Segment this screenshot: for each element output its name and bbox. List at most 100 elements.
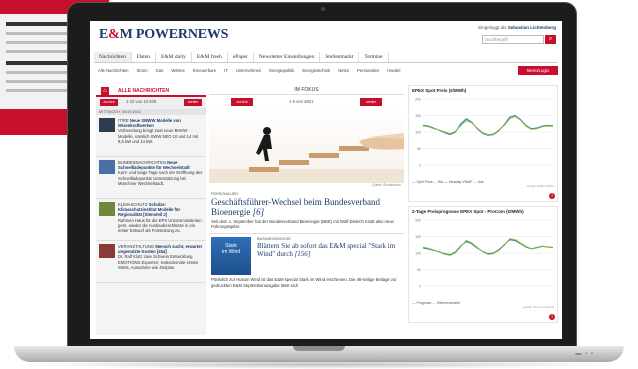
- logo-wordmark: M POWERNEWS: [119, 27, 229, 42]
- y-tick-label: 50: [417, 147, 421, 151]
- nav-item-em-fresh[interactable]: E&M fresh: [192, 52, 228, 62]
- info-icon[interactable]: i: [549, 314, 555, 320]
- news-body: Dr. Ralf Klotz Uwe Schwein Entwicklung E…: [118, 254, 199, 270]
- news-list-header: ⌂ ALLE NACHRICHTEN: [96, 85, 206, 97]
- login-user[interactable]: Sebastian Lichtenberg: [508, 25, 556, 30]
- cover-text-2: im Wind: [221, 249, 241, 256]
- legend-item: Bid: [438, 180, 444, 184]
- search-input[interactable]: Suchbegriff: [482, 35, 544, 44]
- list-item[interactable]: KLIMASCHUTZ Schulze: Klimaschutzinstitut…: [96, 199, 206, 241]
- subnav-item[interactable]: IT: [220, 65, 232, 76]
- charts-panel: EPEX Spot Preis (€/MWh) 0 50 100 150 200 — S…: [408, 85, 558, 335]
- laptop-shadow: [14, 360, 624, 369]
- subnav-item[interactable]: Erneuerbare: [189, 65, 220, 76]
- y-tick-label: 0: [419, 285, 421, 289]
- chart-price-forecast[interactable]: 2-Tage Preisprognose EPEX Spot - ProCom …: [408, 206, 558, 323]
- y-tick-label: 0: [419, 164, 421, 168]
- subnav-item[interactable]: Personalien: [353, 65, 383, 76]
- legend-swatch: —: [412, 180, 416, 184]
- news-thumbnail: [99, 244, 115, 258]
- y-tick-label: 100: [415, 252, 421, 256]
- subnav-item[interactable]: Alle Nachrichten: [94, 65, 133, 76]
- news-text: BUNDESNACHRICHTEN Neue Schnellladepunkte…: [118, 160, 203, 195]
- special-teaser[interactable]: Stark im Wind BUSINESSWOCHE Blättern Sie …: [209, 237, 404, 276]
- focus-header: IM FOKUS: [209, 85, 404, 95]
- subnav-item[interactable]: Handel: [383, 65, 404, 76]
- nav-item-stellenmarkt[interactable]: Stellenmarkt: [320, 52, 360, 62]
- article-teaser: Seit dem 1. September hat der Bundesverb…: [211, 219, 394, 230]
- special-kicker: BUSINESSWOCHE: [257, 237, 291, 242]
- nav-item-daten[interactable]: Daten: [132, 52, 157, 62]
- legend-swatch: —: [473, 180, 477, 184]
- list-item[interactable]: IT/RE Neue SMWW Modelle von Wisenkraftwe…: [96, 115, 206, 157]
- page-indicator: 1-10 von 10.609: [126, 99, 157, 104]
- special-headline[interactable]: Blättern Sie ab sofort das E&M special "…: [257, 243, 404, 258]
- legend-swatch: —: [432, 301, 436, 305]
- news-pager: zurück 1-10 von 10.609 weiter: [96, 97, 206, 109]
- subnav-item[interactable]: Strom: [133, 65, 152, 76]
- list-item[interactable]: VERANSTALTUNG Mensch sucht, erwartet ung…: [96, 241, 206, 283]
- chart-epex-spot-svg: 0 50 100 150 200: [415, 98, 554, 168]
- y-tick-label: 100: [415, 131, 421, 135]
- subnav-item[interactable]: Netze: [334, 65, 353, 76]
- legend-swatch: —: [433, 180, 438, 184]
- news-text: VERANSTALTUNG Mensch sucht, erwartet ung…: [118, 244, 203, 279]
- legend-item: Prognose: [416, 301, 432, 305]
- subnav-item[interactable]: Unternehmen: [232, 65, 265, 76]
- news-body: Kurz- und lange Tage nach der Eröffnung …: [118, 170, 203, 186]
- legend-swatch: —: [444, 180, 448, 184]
- prev-button[interactable]: zurück: [231, 98, 253, 106]
- list-item[interactable]: BUNDESNACHRICHTEN Neue Schnellladepunkte…: [96, 157, 206, 199]
- subnav-item[interactable]: Energietechnik: [298, 65, 334, 76]
- focus-panel: IM FOKUS zurück 1-5 von 4821 weiter Quel…: [209, 85, 404, 335]
- news-thumbnail: [99, 118, 115, 132]
- nav-item-newsletter[interactable]: Newsletter Einstellungen: [254, 52, 321, 62]
- subnav-item[interactable]: Gas: [152, 65, 168, 76]
- news-list-title: ALLE NACHRICHTEN: [118, 88, 170, 94]
- main-nav: Nachrichten Daten E&M daily E&M fresh eP…: [94, 52, 558, 63]
- y-tick-label: 50: [417, 268, 421, 272]
- nav-item-epaper[interactable]: ePaper: [228, 52, 254, 62]
- laptop-vent: ▬ ▪ ▪: [575, 351, 594, 357]
- logo-ampersand: &: [108, 27, 120, 42]
- legend-item: Intraday VWAP: [448, 180, 473, 184]
- special-headline-text: Blättern Sie ab sofort das E&M special "…: [257, 242, 396, 258]
- special-body: BUSINESSWOCHE Blättern Sie ab sofort das…: [255, 237, 404, 275]
- subnav-item[interactable]: Wärme: [167, 65, 189, 76]
- news-thumbnail: [99, 160, 115, 174]
- chart-source: Quelle: EPEX SPOT: [526, 184, 554, 188]
- menu-login-button[interactable]: Menü/Login: [518, 66, 558, 75]
- login-status: Eingeloggt als Sebastian Lichtenberg: [478, 25, 556, 30]
- site-logo[interactable]: E&M POWERNEWS: [99, 27, 228, 43]
- headline-tag: [6]: [252, 206, 265, 217]
- chart-title: 2-Tage Preisprognose EPEX Spot - ProCom …: [412, 209, 524, 214]
- news-text: IT/RE Neue SMWW Modelle von Wisenkraftwe…: [118, 118, 203, 153]
- next-button[interactable]: weiter: [360, 98, 382, 106]
- image-credit: Quelle: Shutterstock: [372, 183, 401, 187]
- hero-image[interactable]: [209, 109, 404, 183]
- prev-button[interactable]: zurück: [100, 99, 118, 106]
- stairs-illustration: [209, 127, 404, 183]
- legend-item: Ask: [477, 180, 484, 184]
- series-line: [422, 239, 554, 256]
- next-button[interactable]: weiter: [184, 99, 202, 106]
- y-tick-label: 200: [415, 219, 421, 223]
- info-icon[interactable]: i: [549, 193, 555, 199]
- article-headline[interactable]: Geschäftsführer-Wechsel beim Bundesverba…: [211, 197, 404, 217]
- nav-item-termine[interactable]: Termine: [359, 52, 389, 62]
- headline-text: Geschäftsführer-Wechsel beim Bundesverba…: [211, 197, 381, 217]
- webcam-icon: [321, 7, 325, 11]
- news-list-panel: ⌂ ALLE NACHRICHTEN zurück 1-10 von 10.60…: [96, 85, 206, 335]
- nav-item-em-daily[interactable]: E&M daily: [156, 52, 192, 62]
- nav-item-nachrichten[interactable]: Nachrichten: [94, 52, 132, 62]
- search-button[interactable]: ⌕: [545, 35, 556, 44]
- news-text: KLIMASCHUTZ Schulze: Klimaschutzinstitut…: [118, 202, 203, 237]
- sub-nav: Alle Nachrichten Strom Gas Wärme Erneuer…: [94, 65, 558, 76]
- stage: E&M POWERNEWS Eingeloggt als Sebastian L…: [0, 0, 638, 369]
- subnav-item[interactable]: Energiepolitik: [265, 65, 298, 76]
- legend-item: Referenzmarkt: [436, 301, 460, 305]
- chart-epex-spot[interactable]: EPEX Spot Preis (€/MWh) 0 50 100 150 200 — S…: [408, 85, 558, 202]
- home-icon[interactable]: ⌂: [101, 87, 109, 95]
- login-prefix: Eingeloggt als: [478, 25, 507, 30]
- special-cover[interactable]: Stark im Wind: [211, 237, 251, 276]
